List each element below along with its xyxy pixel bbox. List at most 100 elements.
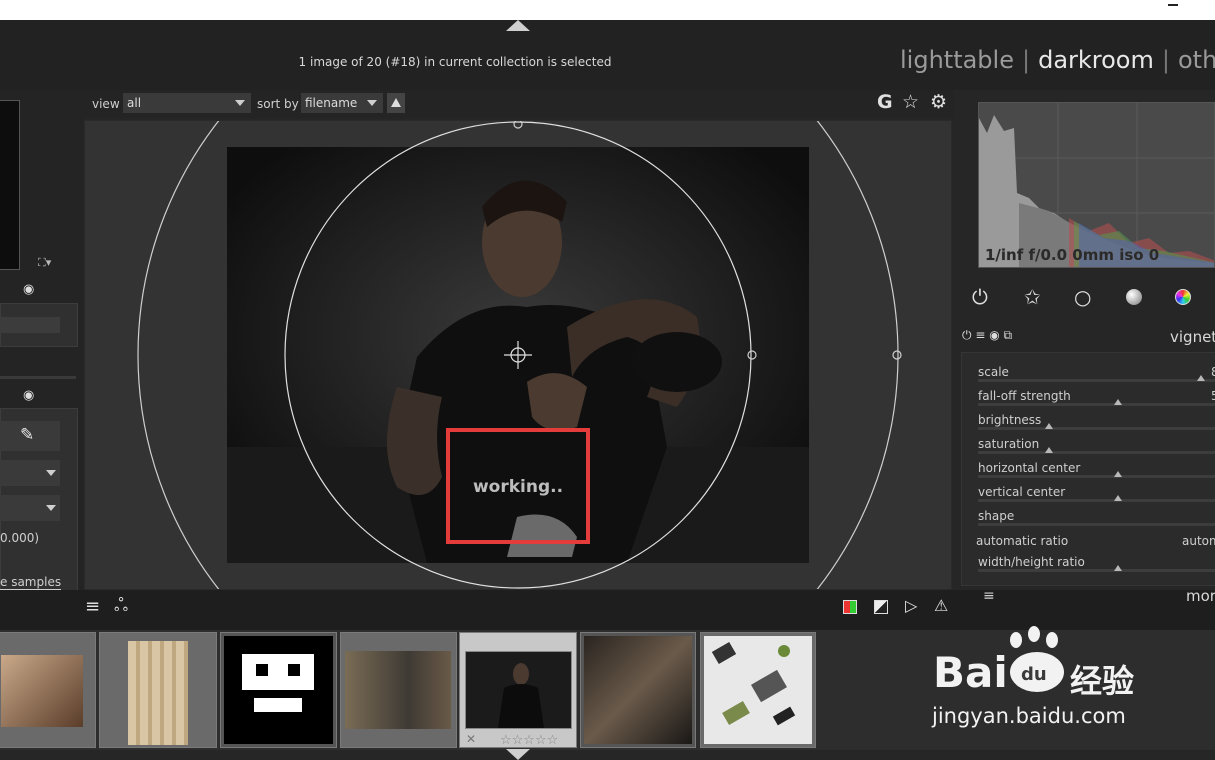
vignette-params: scale 8 fall-off strength 5 brightness s…	[961, 352, 1215, 586]
navigation-preview[interactable]	[0, 100, 20, 270]
thumb-image	[584, 636, 692, 744]
color-group-icon[interactable]	[1175, 289, 1191, 305]
param-scale-label: scale	[978, 365, 1009, 379]
left-module-field[interactable]	[0, 317, 60, 333]
param-falloff-label: fall-off strength	[978, 389, 1071, 403]
param-autoratio-label: automatic ratio	[976, 534, 1069, 548]
more-modules-label[interactable]: mor	[1186, 587, 1215, 605]
watermark-brand-c: 经验	[1070, 662, 1135, 700]
param-vcenter-label: vertical center	[978, 485, 1066, 499]
param-saturation-slider[interactable]	[978, 451, 1215, 454]
collapse-bottom-arrow-icon[interactable]	[506, 749, 530, 760]
exif-info: 1/inf f/0.0 0mm iso 0	[985, 246, 1160, 264]
filmstrip-thumb-4[interactable]	[340, 632, 457, 748]
bottom-bar	[0, 590, 1215, 630]
view-other[interactable]: oth	[1178, 46, 1215, 74]
thumb-image	[224, 636, 333, 744]
thumb-image	[704, 636, 812, 744]
processing-status: working..	[472, 477, 564, 497]
favorites-star-icon[interactable]: ✩	[1024, 285, 1041, 309]
param-falloff-slider[interactable]	[978, 403, 1215, 406]
more-modules-menu-icon[interactable]: ≡	[983, 588, 995, 604]
left-divider	[0, 376, 76, 379]
module-power-icon[interactable]: ⏻	[962, 328, 972, 342]
over-exposure-icon[interactable]	[874, 600, 888, 614]
module-info-icon[interactable]: ◉	[23, 282, 34, 297]
module-info-icon-2[interactable]: ◉	[23, 388, 34, 403]
sort-label: sort by	[257, 97, 299, 111]
view-darkroom[interactable]: darkroom	[1038, 46, 1154, 74]
collapse-top-arrow-icon[interactable]	[506, 20, 530, 31]
collection-info: 1 image of 20 (#18) in current collectio…	[298, 55, 612, 69]
watermark-brand-b: du	[1021, 664, 1047, 685]
module-multi-instance-icon[interactable]: ⧉	[1004, 328, 1013, 342]
chevron-down-icon	[46, 505, 56, 511]
softproof-icon[interactable]: ▷	[905, 596, 917, 615]
star-icon[interactable]: ☆	[902, 91, 919, 113]
param-saturation-label: saturation	[978, 437, 1040, 451]
param-shape-label: shape	[978, 509, 1015, 523]
param-brightness-label: brightness	[978, 413, 1042, 427]
view-separator: |	[1021, 46, 1031, 74]
histogram[interactable]	[978, 102, 1215, 268]
param-shape-slider[interactable]	[978, 523, 1215, 526]
color-assessment-icon[interactable]	[843, 600, 857, 614]
thumb-image	[345, 651, 451, 729]
param-falloff-value: 5	[1211, 389, 1215, 403]
param-whratio-label: width/height ratio	[978, 555, 1085, 569]
slider-handle[interactable]	[1114, 471, 1122, 477]
presets-menu-icon[interactable]: ≡	[85, 596, 100, 617]
module-presets-icon[interactable]: ≡	[975, 328, 985, 342]
thumb-image	[465, 651, 572, 729]
window-top-strip	[0, 0, 1215, 20]
chevron-down-icon	[46, 470, 56, 476]
tone-group-icon[interactable]	[1126, 289, 1142, 305]
sort-value: filename	[305, 96, 358, 110]
slider-handle[interactable]	[1045, 423, 1053, 429]
filmstrip-thumb-7[interactable]	[700, 632, 816, 748]
power-icon[interactable]: ⏻	[972, 285, 988, 309]
basic-group-circle-icon[interactable]: ○	[1074, 285, 1091, 309]
gear-icon[interactable]: ⚙	[930, 91, 947, 113]
display-samples-link[interactable]: e samples	[0, 575, 62, 590]
eyedropper-icon: ✎	[20, 425, 35, 445]
watermark-url: jingyan.baidu.com	[932, 704, 1126, 728]
slider-handle[interactable]	[1114, 495, 1122, 501]
module-reset-icon[interactable]: ◉	[989, 328, 999, 342]
slider-handle[interactable]	[1114, 399, 1122, 405]
param-scale-slider[interactable]	[978, 379, 1215, 382]
param-whratio-slider[interactable]	[978, 569, 1215, 572]
styles-icon[interactable]: ஃ	[114, 595, 128, 618]
slider-handle[interactable]	[1045, 447, 1053, 453]
color-picker-button[interactable]: ✎	[0, 421, 60, 451]
slider-handle[interactable]	[1197, 375, 1205, 381]
filmstrip-thumb-5-selected[interactable]: ✕ ☆☆☆☆☆	[459, 632, 577, 748]
param-hcenter-label: horizontal center	[978, 461, 1081, 475]
param-scale-value: 8	[1211, 365, 1215, 379]
reject-icon[interactable]: ✕	[466, 732, 476, 746]
param-vcenter-slider[interactable]	[978, 499, 1215, 502]
param-hcenter-slider[interactable]	[978, 475, 1215, 478]
sort-dropdown[interactable]: filename	[301, 93, 383, 113]
param-autoratio-value[interactable]: autom	[1182, 534, 1215, 548]
param-brightness-slider[interactable]	[978, 427, 1215, 430]
gamut-check-icon[interactable]: ⚠	[934, 596, 948, 615]
picker-mode-dropdown[interactable]	[0, 460, 60, 486]
watermark-brand-a: Bai	[933, 648, 1008, 697]
view-lighttable[interactable]: lighttable	[900, 46, 1014, 74]
window-control-icon[interactable]	[1168, 4, 1178, 6]
grouping-icon[interactable]: G	[877, 91, 893, 113]
thumb-image	[1, 655, 83, 727]
picked-color-value: 0.000)	[0, 531, 40, 545]
sort-order-button[interactable]	[387, 93, 405, 113]
picker-type-dropdown[interactable]	[0, 495, 60, 521]
view-filter-dropdown[interactable]: all	[123, 93, 251, 113]
zoom-fit-icon[interactable]: ⛶▾	[38, 256, 51, 270]
filmstrip-thumb-2[interactable]	[99, 632, 217, 748]
slider-handle[interactable]	[1114, 565, 1122, 571]
filmstrip-thumb-6[interactable]	[580, 632, 696, 748]
filmstrip-thumb-1[interactable]	[0, 632, 96, 748]
view-separator: |	[1161, 46, 1170, 74]
rating-stars[interactable]: ☆☆☆☆☆	[500, 733, 558, 747]
filmstrip-thumb-3[interactable]	[220, 632, 337, 748]
